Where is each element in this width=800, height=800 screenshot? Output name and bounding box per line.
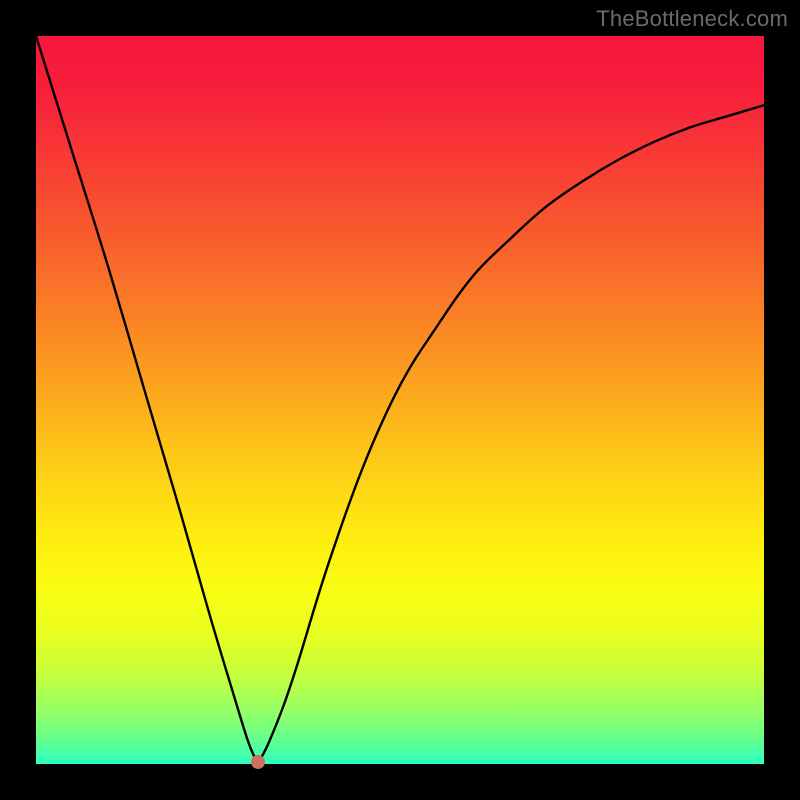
plot-area — [36, 36, 764, 764]
watermark-text: TheBottleneck.com — [596, 6, 788, 32]
minimum-marker — [251, 755, 265, 769]
curve-svg — [36, 36, 764, 764]
bottleneck-curve — [36, 36, 764, 762]
chart-frame: TheBottleneck.com — [0, 0, 800, 800]
